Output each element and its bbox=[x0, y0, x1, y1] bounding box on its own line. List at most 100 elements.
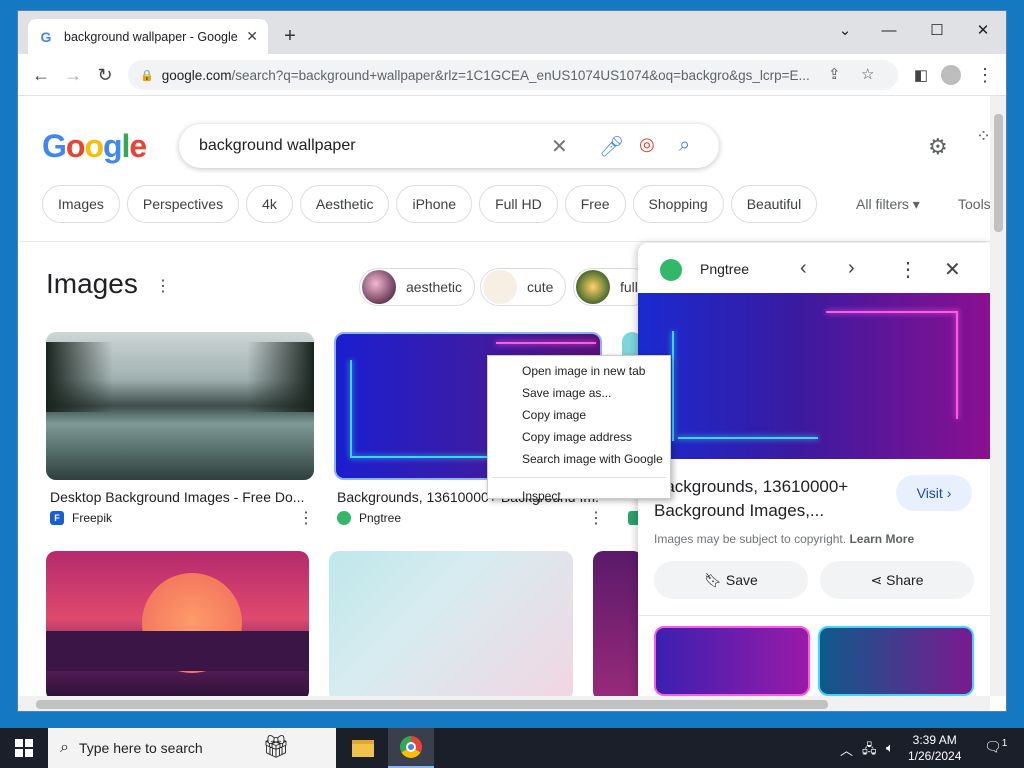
close-window-button[interactable]: ✕ bbox=[968, 17, 998, 43]
close-panel-icon[interactable]: ✕ bbox=[944, 257, 961, 282]
vertical-scroll-thumb[interactable] bbox=[994, 114, 1003, 232]
tools-button[interactable]: Tools bbox=[958, 196, 990, 212]
browser-menu-icon[interactable]: ⋮ bbox=[972, 62, 998, 88]
result-source-2[interactable]: Pngtree bbox=[337, 511, 401, 525]
menu-search-image[interactable]: Search image with Google bbox=[488, 448, 670, 470]
tab-search-icon[interactable]: ⌄ bbox=[830, 17, 860, 43]
start-button[interactable] bbox=[0, 728, 48, 768]
chip-perspectives[interactable]: Perspectives bbox=[126, 185, 240, 223]
profile-avatar-icon[interactable] bbox=[938, 62, 964, 88]
chip-beautiful[interactable]: Beautiful bbox=[730, 185, 818, 223]
google-apps-icon[interactable]: ⁘ bbox=[976, 127, 990, 145]
back-button[interactable]: ← bbox=[28, 62, 54, 88]
browser-tab[interactable]: G background wallpaper - Google ✕ bbox=[28, 19, 268, 54]
close-tab-icon[interactable]: ✕ bbox=[246, 28, 258, 45]
bookmark-icon: 🔖︎ bbox=[704, 571, 722, 588]
network-icon[interactable]: 🖧 bbox=[862, 740, 877, 762]
title-bar: G background wallpaper - Google ✕ + ⌄ — … bbox=[18, 11, 1006, 54]
search-query: background wallpaper bbox=[199, 137, 356, 154]
share-page-icon[interactable]: ⇪ bbox=[828, 65, 841, 83]
lens-search-icon[interactable]: ◎ bbox=[639, 134, 655, 155]
lock-icon: 🔒 bbox=[140, 69, 154, 82]
forward-button[interactable]: → bbox=[60, 62, 86, 88]
clock-date: 1/26/2024 bbox=[908, 749, 962, 763]
system-clock[interactable]: 3:39 AM 1/26/2024 bbox=[908, 732, 961, 764]
side-panel-icon[interactable]: ◧ bbox=[908, 62, 934, 88]
learn-more-link[interactable]: Learn More bbox=[849, 532, 914, 546]
settings-gear-icon[interactable]: ⚙ bbox=[928, 134, 948, 160]
chip-full-hd[interactable]: Full HD bbox=[479, 185, 558, 223]
search-submit-icon[interactable]: ⌕ bbox=[679, 134, 690, 157]
result-caption-1[interactable]: Desktop Background Images - Free Do... bbox=[50, 489, 312, 505]
file-explorer-icon[interactable] bbox=[340, 728, 386, 768]
google-logo[interactable]: Google bbox=[42, 128, 147, 165]
related-cute[interactable]: cute bbox=[480, 268, 567, 306]
new-tab-button[interactable]: + bbox=[278, 24, 302, 48]
related-aesthetic[interactable]: aesthetic bbox=[359, 268, 476, 306]
chip-shopping[interactable]: Shopping bbox=[632, 185, 724, 223]
share-icon: ⋖ bbox=[870, 571, 883, 588]
share-button[interactable]: ⋖ Share bbox=[820, 561, 974, 599]
previous-image-icon[interactable]: ‹ bbox=[800, 257, 807, 280]
show-hidden-icons-icon[interactable]: ︿ bbox=[840, 740, 853, 759]
address-bar[interactable]: 🔒 google.com/search?q=background+wallpap… bbox=[128, 60, 898, 90]
panel-title[interactable]: Backgrounds, 13610000+ Background Images… bbox=[654, 475, 894, 523]
vertical-scrollbar[interactable] bbox=[990, 96, 1006, 696]
horizontal-scrollbar[interactable] bbox=[18, 696, 990, 711]
divider bbox=[18, 241, 990, 242]
panel-source-name[interactable]: Pngtree bbox=[700, 261, 749, 277]
result-source-1[interactable]: F Freepik bbox=[50, 511, 112, 525]
menu-save-image[interactable]: Save image as... bbox=[488, 382, 670, 404]
visit-button[interactable]: Visit › bbox=[896, 475, 972, 511]
aesthetic-thumb bbox=[362, 270, 396, 304]
save-button[interactable]: 🔖︎ Save bbox=[654, 561, 808, 599]
pngtree-icon bbox=[337, 511, 351, 525]
result-image-synthwave-city[interactable] bbox=[46, 551, 309, 696]
panel-preview-image[interactable] bbox=[638, 293, 990, 459]
freepik-icon: F bbox=[50, 511, 64, 525]
taskbar: ⌕ Type here to search 🎁︎ ︿ 🖧 🔈︎ 3:39 AM … bbox=[0, 728, 1024, 768]
result-2-more-icon[interactable]: ⋮ bbox=[588, 508, 604, 528]
all-filters-button[interactable]: All filters ▾ bbox=[856, 196, 920, 213]
voice-search-icon[interactable]: 🎤︎ bbox=[599, 134, 624, 159]
notification-icon: 🗨︎ bbox=[984, 738, 1002, 755]
result-image-pastel-clouds[interactable] bbox=[329, 551, 573, 696]
notification-center-button[interactable]: 🗨︎1 bbox=[984, 738, 1007, 756]
maximize-button[interactable]: ☐ bbox=[922, 17, 952, 43]
volume-muted-icon[interactable]: 🔈︎ bbox=[886, 740, 894, 756]
clear-search-icon[interactable]: ✕ bbox=[551, 134, 568, 159]
minimize-button[interactable]: — bbox=[874, 17, 904, 43]
result-1-more-icon[interactable]: ⋮ bbox=[298, 508, 314, 528]
clock-time: 3:39 AM bbox=[912, 733, 957, 747]
reload-button[interactable]: ↻ bbox=[92, 62, 118, 88]
images-heading: Images bbox=[46, 268, 138, 299]
chip-iphone[interactable]: iPhone bbox=[396, 185, 473, 223]
horizontal-scroll-thumb[interactable] bbox=[36, 700, 828, 709]
chip-free[interactable]: Free bbox=[564, 185, 626, 223]
windows-logo-icon bbox=[15, 739, 33, 757]
images-more-icon[interactable]: ⋮ bbox=[155, 276, 171, 296]
menu-copy-image-address[interactable]: Copy image address bbox=[488, 426, 670, 448]
next-image-icon[interactable]: › bbox=[848, 257, 855, 280]
related-image-1[interactable] bbox=[654, 626, 810, 696]
menu-copy-image[interactable]: Copy image bbox=[488, 404, 670, 426]
result-image-6[interactable] bbox=[593, 551, 643, 696]
browser-toolbar: ← → ↻ 🔒 google.com/search?q=background+w… bbox=[18, 54, 1006, 96]
context-menu: Open image in new tab Save image as... C… bbox=[487, 355, 671, 503]
panel-more-icon[interactable]: ⋮ bbox=[898, 257, 918, 282]
chip-aesthetic[interactable]: Aesthetic bbox=[299, 185, 390, 223]
menu-divider bbox=[492, 477, 666, 478]
chip-4k[interactable]: 4k bbox=[246, 185, 293, 223]
menu-open-new-tab[interactable]: Open image in new tab bbox=[488, 360, 670, 382]
taskbar-search[interactable]: ⌕ Type here to search 🎁︎ bbox=[48, 728, 336, 768]
taskbar-search-placeholder: Type here to search bbox=[78, 740, 203, 756]
notification-count: 1 bbox=[1001, 738, 1008, 749]
result-image-mountain-lake[interactable] bbox=[46, 332, 314, 480]
menu-inspect[interactable]: Inspect bbox=[488, 485, 670, 507]
google-favicon-icon: G bbox=[40, 28, 52, 45]
chrome-taskbar-icon[interactable] bbox=[388, 728, 434, 768]
chip-images[interactable]: Images bbox=[42, 185, 120, 223]
bookmark-star-icon[interactable]: ☆ bbox=[861, 65, 874, 83]
related-image-2[interactable] bbox=[818, 626, 974, 696]
search-input[interactable]: background wallpaper ✕ 🎤︎ ◎ ⌕ bbox=[179, 124, 719, 168]
